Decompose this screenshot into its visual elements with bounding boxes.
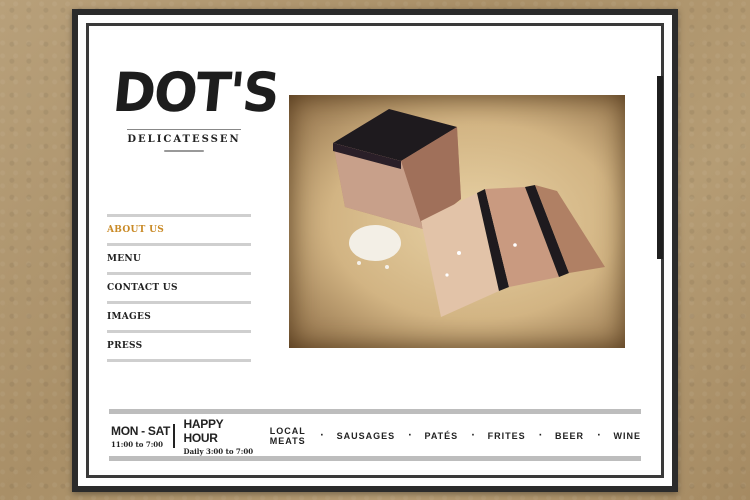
tag-local-meats: LOCAL MEATS — [269, 426, 306, 446]
separator-dot: · — [471, 431, 475, 441]
tag-sausages: SAUSAGES — [336, 431, 396, 441]
nav-item-about-us[interactable]: ABOUT US — [107, 214, 251, 243]
separator-dot: · — [320, 431, 324, 441]
logo-subtitle: DELICATESSEN — [127, 129, 241, 145]
logo-wordmark: DOT'S — [110, 61, 281, 124]
nav-item-press[interactable]: PRESS — [107, 330, 251, 359]
nav-item-menu[interactable]: MENU — [107, 243, 251, 272]
pate-photo — [289, 95, 625, 348]
pate-illustration — [333, 109, 605, 317]
nav-item-images[interactable]: IMAGES — [107, 301, 251, 330]
main-nav: ABOUT US MENU CONTACT US IMAGES PRESS — [107, 214, 251, 362]
hours-time: 11:00 to 7:00 — [111, 439, 164, 449]
hours-days: MON - SAT — [111, 423, 171, 438]
scrollbar[interactable] — [657, 76, 663, 259]
nav-item-contact-us[interactable]: CONTACT US — [107, 272, 251, 301]
separator-dot: · — [597, 431, 601, 441]
footer-divider — [172, 424, 175, 448]
happy-hour: HAPPY HOUR Daily 3:00 to 7:00 — [184, 417, 260, 456]
tag-wine: WINE — [613, 431, 641, 441]
separator-dot: · — [408, 431, 412, 441]
opening-hours: MON - SAT 11:00 to 7:00 — [111, 424, 173, 449]
page: DOT'S DELICATESSEN ABOUT US MENU CONTACT… — [78, 15, 672, 486]
logo[interactable]: DOT'S DELICATESSEN — [109, 61, 281, 152]
footer-bottom-rule — [109, 456, 641, 461]
tag-beer: BEER — [555, 431, 585, 441]
nav-divider — [107, 359, 251, 362]
offerings-list: LOCAL MEATS · SAUSAGES · PATÉS · FRITES … — [270, 426, 641, 446]
happy-hour-title: HAPPY HOUR — [183, 416, 224, 445]
logo-underline — [164, 150, 204, 152]
tag-frites: FRITES — [487, 431, 526, 441]
footer-info: MON - SAT 11:00 to 7:00 HAPPY HOUR Daily… — [111, 417, 641, 456]
site-frame: DOT'S DELICATESSEN ABOUT US MENU CONTACT… — [72, 9, 678, 492]
footer-top-rule — [109, 409, 641, 414]
happy-hour-time: Daily 3:00 to 7:00 — [183, 446, 254, 456]
separator-dot: · — [538, 431, 543, 441]
tag-pates: PATÉS — [424, 431, 459, 441]
